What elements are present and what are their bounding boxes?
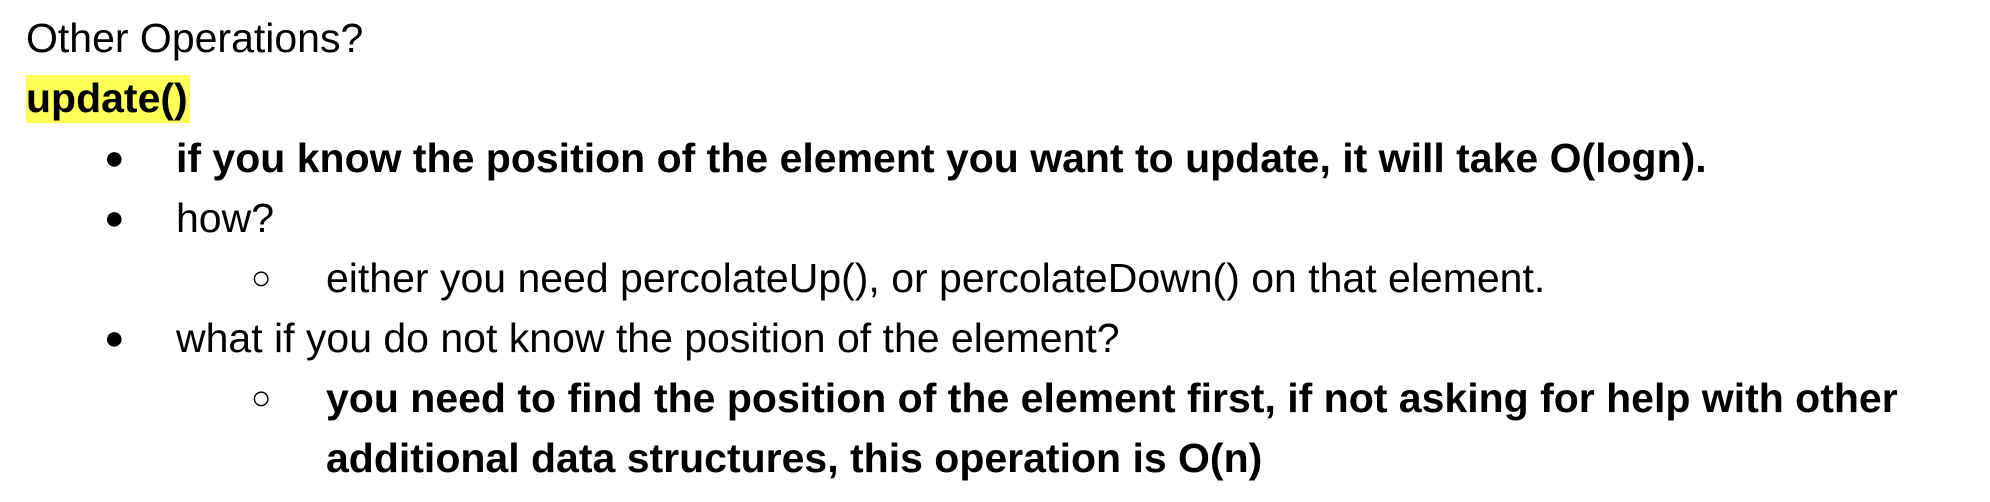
hollow-bullet-icon: ○ bbox=[251, 379, 272, 417]
sub-list-item-text: you need to find the position of the ele… bbox=[326, 375, 1898, 481]
bullet-icon: ● bbox=[104, 319, 125, 357]
list-item: ● if you know the position of the elemen… bbox=[26, 128, 1966, 188]
sub-list-item: ○ either you need percolateUp(), or perc… bbox=[26, 248, 1966, 308]
heading-text: Other Operations? bbox=[26, 15, 364, 61]
subheading-line: update() bbox=[26, 68, 1966, 128]
list-item: ● what if you do not know the position o… bbox=[26, 308, 1966, 368]
list-item-text: what if you do not know the position of … bbox=[176, 315, 1120, 361]
section-heading: Other Operations? bbox=[26, 8, 1966, 68]
list-item: ● how? bbox=[26, 188, 1966, 248]
bullet-icon: ● bbox=[104, 199, 125, 237]
bullet-icon: ● bbox=[104, 139, 125, 177]
list-item-text: how? bbox=[176, 195, 275, 241]
list-item-text: if you know the position of the element … bbox=[176, 135, 1707, 181]
sub-list-item-text: either you need percolateUp(), or percol… bbox=[326, 255, 1546, 301]
hollow-bullet-icon: ○ bbox=[251, 259, 272, 297]
highlighted-subheading: update() bbox=[26, 75, 190, 123]
sub-list-item: ○ you need to find the position of the e… bbox=[26, 368, 1966, 488]
document-body: Other Operations? update() ● if you know… bbox=[26, 8, 1966, 488]
